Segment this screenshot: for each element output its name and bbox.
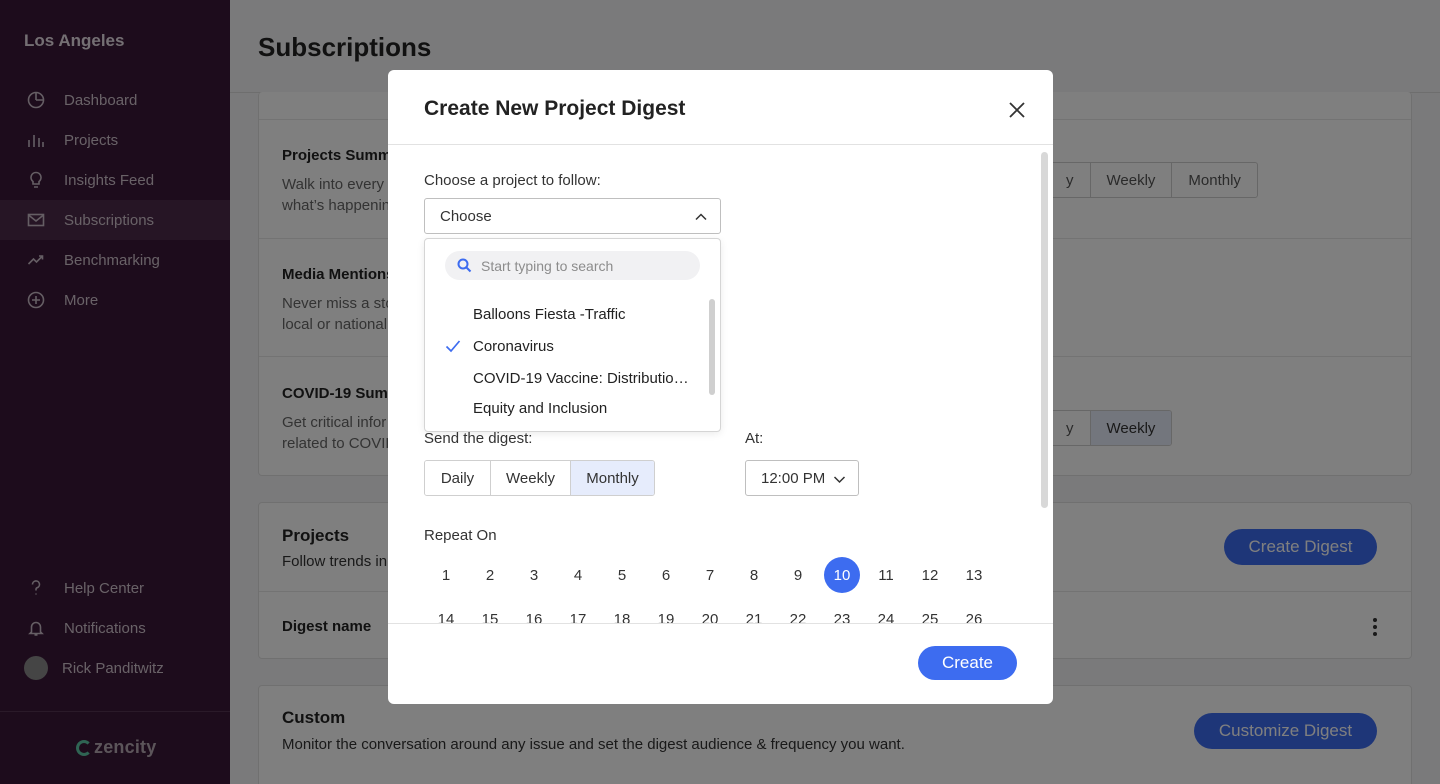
day-option[interactable]: 12: [912, 557, 948, 593]
day-option[interactable]: 22: [780, 601, 816, 637]
frequency-daily[interactable]: Daily: [425, 461, 490, 495]
day-option[interactable]: 3: [516, 557, 552, 593]
frequency-monthly[interactable]: Monthly: [570, 461, 654, 495]
day-option[interactable]: 17: [560, 601, 596, 637]
search-input[interactable]: [481, 257, 681, 274]
search-icon: [457, 258, 472, 273]
dropdown-scrollbar[interactable]: [709, 299, 715, 395]
day-option[interactable]: 11: [868, 557, 904, 593]
day-option[interactable]: 23: [824, 601, 860, 637]
day-option[interactable]: 5: [604, 557, 640, 593]
modal-scrollbar[interactable]: [1041, 152, 1048, 508]
chevron-up-icon: [694, 210, 708, 224]
send-label: Send the digest:: [424, 430, 533, 447]
day-option[interactable]: 2: [472, 557, 508, 593]
close-icon[interactable]: [1005, 98, 1029, 122]
day-option[interactable]: 4: [560, 557, 596, 593]
day-option[interactable]: 21: [736, 601, 772, 637]
project-option[interactable]: Balloons Fiesta -Traffic: [425, 299, 710, 329]
modal-title: Create New Project Digest: [424, 97, 686, 120]
repeat-label: Repeat On: [424, 527, 497, 544]
at-label: At:: [745, 430, 764, 447]
frequency-toggle[interactable]: Daily Weekly Monthly: [424, 460, 655, 496]
time-select[interactable]: 12:00 PM: [745, 460, 859, 496]
frequency-weekly[interactable]: Weekly: [490, 461, 570, 495]
project-option-selected[interactable]: Coronavirus: [425, 331, 710, 361]
select-value: Choose: [440, 207, 492, 225]
day-option[interactable]: 26: [956, 601, 992, 637]
day-option[interactable]: 24: [868, 601, 904, 637]
day-option[interactable]: 13: [956, 557, 992, 593]
project-option[interactable]: COVID-19 Vaccine: Distribution …: [425, 363, 710, 393]
day-option[interactable]: 19: [648, 601, 684, 637]
create-digest-modal: Create New Project Digest Choose a proje…: [388, 70, 1053, 704]
day-option[interactable]: 1: [428, 557, 464, 593]
modal-header-divider: [388, 144, 1053, 145]
option-label: COVID-19 Vaccine: Distribution …: [473, 369, 695, 387]
checkmark-icon: [445, 339, 461, 353]
option-label: Balloons Fiesta -Traffic: [473, 305, 626, 323]
day-option[interactable]: 8: [736, 557, 772, 593]
option-label: Coronavirus: [473, 337, 554, 355]
project-dropdown: Balloons Fiesta -Traffic Coronavirus COV…: [424, 238, 721, 432]
day-option[interactable]: 7: [692, 557, 728, 593]
day-option[interactable]: 6: [648, 557, 684, 593]
day-selected[interactable]: 10: [824, 557, 860, 593]
search-box[interactable]: [445, 251, 700, 280]
day-option[interactable]: 20: [692, 601, 728, 637]
day-option[interactable]: 18: [604, 601, 640, 637]
project-select[interactable]: Choose: [424, 198, 721, 234]
option-label: Equity and Inclusion: [473, 399, 608, 417]
time-value: 12:00 PM: [761, 469, 826, 487]
day-option[interactable]: 14: [428, 601, 464, 637]
day-option[interactable]: 9: [780, 557, 816, 593]
day-option[interactable]: 25: [912, 601, 948, 637]
modal-footer-divider: [388, 623, 1053, 624]
day-option[interactable]: 15: [472, 601, 508, 637]
create-button[interactable]: Create: [918, 646, 1017, 680]
chevron-down-icon: [833, 473, 846, 486]
project-label: Choose a project to follow:: [424, 172, 601, 189]
project-option[interactable]: Equity and Inclusion: [425, 393, 710, 423]
day-option[interactable]: 16: [516, 601, 552, 637]
